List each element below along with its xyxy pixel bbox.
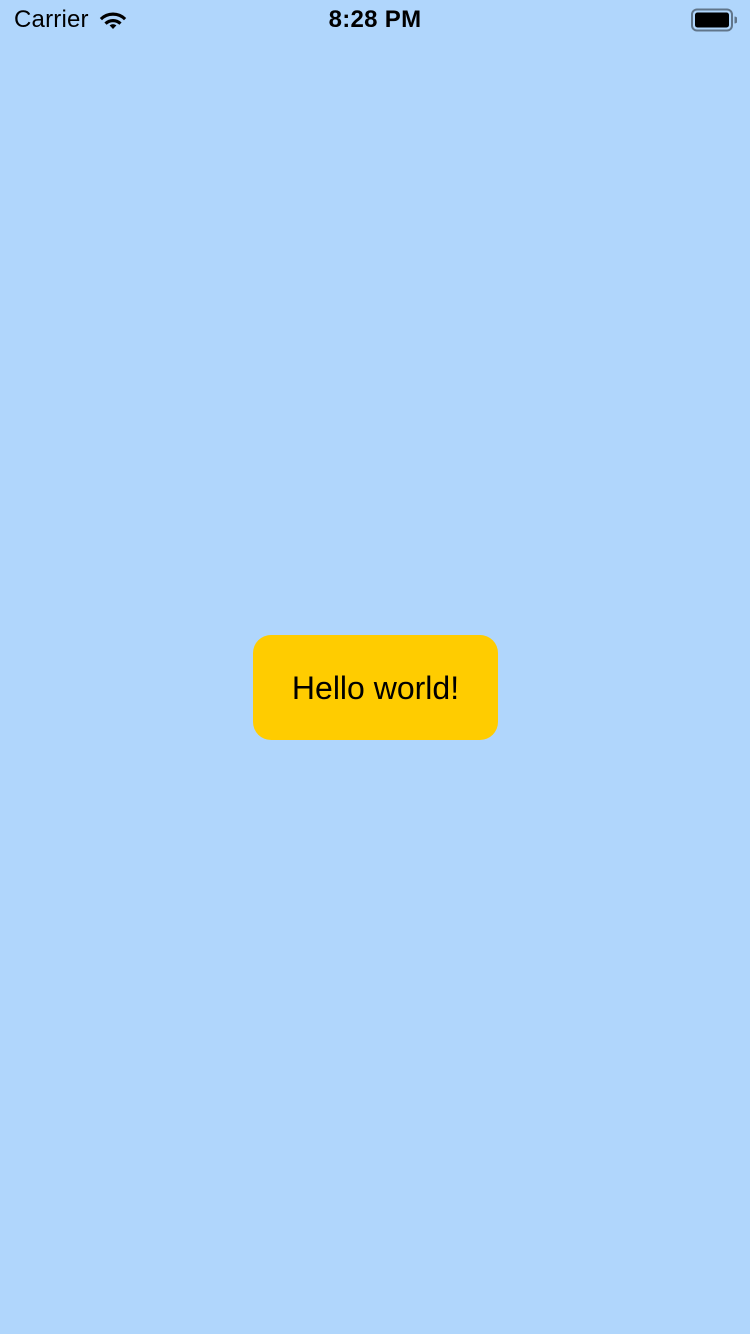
hello-world-button[interactable]: Hello world!	[253, 635, 498, 740]
battery-icon	[691, 8, 737, 32]
status-bar: Carrier 8:28 PM	[0, 0, 750, 40]
hello-world-label: Hello world!	[291, 669, 460, 706]
screen: Carrier 8:28 PM Hello world!	[0, 0, 750, 1334]
status-time: 8:28 PM	[328, 6, 422, 33]
